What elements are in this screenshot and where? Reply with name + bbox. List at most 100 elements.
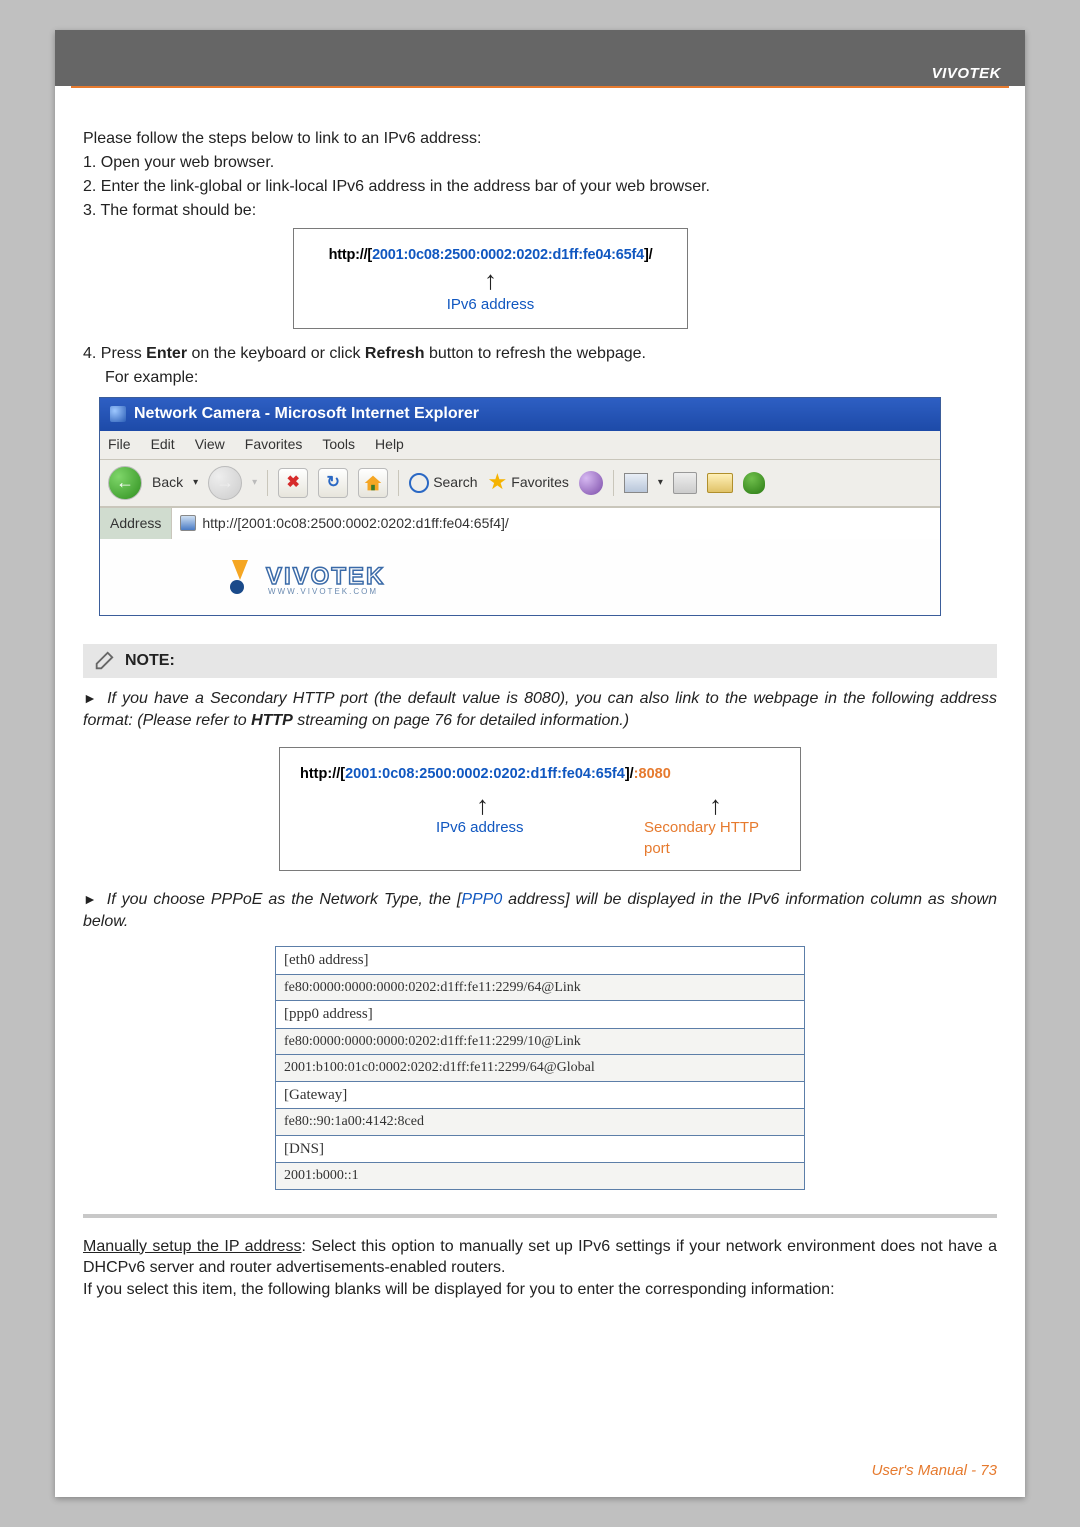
edit-button[interactable] [707, 473, 733, 493]
dns-header: [DNS] [276, 1135, 805, 1163]
manual-setup-block: Manually setup the IP address: Select th… [83, 1236, 997, 1301]
back-dropdown-icon[interactable]: ▾ [193, 476, 198, 490]
ie-client-area: VIVOTEK WWW.VIVOTEK.COM [100, 539, 940, 615]
star-icon: ★ [488, 467, 508, 497]
gateway-value: fe80::90:1a00:4142:8ced [276, 1109, 805, 1135]
home-icon [362, 472, 384, 494]
mail-button[interactable] [624, 473, 648, 493]
url1-prefix: http://[ [329, 247, 373, 263]
toolbar-separator-2 [398, 470, 399, 496]
menu-edit[interactable]: Edit [151, 435, 175, 454]
step-1: 1. Open your web browser. [83, 152, 997, 174]
forward-button[interactable]: → [208, 466, 242, 500]
url2-mid: ]/ [625, 766, 634, 782]
ppp0-header: [ppp0 address] [276, 1001, 805, 1029]
menu-favorites[interactable]: Favorites [245, 435, 303, 454]
home-button[interactable] [358, 468, 388, 498]
eth0-header: [eth0 address] [276, 947, 805, 975]
grey-rule [83, 1214, 997, 1218]
s4c: button to refresh the webpage. [425, 345, 646, 362]
url2-line: http://[2001:0c08:2500:0002:0202:d1ff:fe… [294, 764, 786, 784]
eth0-value: fe80:0000:0000:0000:0202:d1ff:fe11:2299/… [276, 975, 805, 1001]
enter-bold: Enter [146, 345, 187, 362]
s4b: on the keyboard or click [187, 345, 365, 362]
favorites-label: Favorites [511, 473, 569, 492]
note-p2a: If you choose PPPoE as the Network Type,… [107, 891, 462, 908]
mail-dropdown-icon[interactable]: ▾ [658, 476, 663, 490]
brand-text: VIVOTEK [932, 65, 1001, 82]
messenger-button[interactable] [743, 472, 765, 494]
back-label: Back [152, 473, 183, 492]
ie-window: Network Camera - Microsoft Internet Expl… [99, 397, 941, 616]
menu-file[interactable]: File [108, 435, 131, 454]
step-4: 4. Press Enter on the keyboard or click … [83, 343, 997, 365]
note-p1b: streaming on page 76 for detailed inform… [293, 712, 629, 729]
manual-underline: Manually setup the IP address [83, 1238, 302, 1255]
ppp0-value-1: fe80:0000:0000:0000:0202:d1ff:fe11:2299/… [276, 1029, 805, 1055]
ie-title-text: Network Camera - Microsoft Internet Expl… [134, 403, 479, 425]
url2-ipv6: 2001:0c08:2500:0002:0202:d1ff:fe04:65f4 [345, 766, 625, 782]
menu-view[interactable]: View [195, 435, 225, 454]
ie-menubar: File Edit View Favorites Tools Help [100, 431, 940, 459]
menu-help[interactable]: Help [375, 435, 404, 454]
gateway-header: [Gateway] [276, 1081, 805, 1109]
search-label: Search [433, 473, 477, 492]
steps-block: Please follow the steps below to link to… [83, 128, 997, 222]
toolbar-separator [267, 470, 268, 496]
triangle-icon: ► [83, 690, 97, 706]
dns-value: 2001:b000::1 [276, 1163, 805, 1189]
s4a: 4. Press [83, 345, 146, 362]
header-band: VIVOTEK [55, 30, 1025, 86]
note-http-bold: HTTP [251, 712, 293, 729]
url2-arrows: ↑ ↑ IPv6 address Secondary HTTP port [294, 788, 786, 818]
toolbar-separator-3 [613, 470, 614, 496]
note-p1: ► If you have a Secondary HTTP port (the… [83, 688, 997, 731]
note-ppp0: PPP0 [461, 891, 502, 908]
url2-port: :8080 [634, 766, 671, 782]
url1-label-ipv6: IPv6 address [447, 295, 535, 316]
url-format-box-2: http://[2001:0c08:2500:0002:0202:d1ff:fe… [279, 747, 801, 871]
pencil-icon [93, 650, 115, 672]
refresh-bold: Refresh [365, 345, 425, 362]
vivotek-sub: WWW.VIVOTEK.COM [268, 586, 378, 597]
search-button[interactable]: Search [409, 473, 477, 493]
page-footer: User's Manual - 73 [55, 1462, 1025, 1497]
url1-arrow-row: ↑ [308, 267, 673, 293]
page: VIVOTEK Please follow the steps below to… [55, 30, 1025, 1497]
example-line: For example: [105, 367, 997, 389]
note-heading-text: NOTE: [125, 650, 175, 672]
address-value: http://[2001:0c08:2500:0002:0202:d1ff:fe… [202, 514, 508, 533]
footer-text: User's Manual - 73 [872, 1462, 997, 1479]
note-heading-box: NOTE: [83, 644, 997, 678]
print-button[interactable] [673, 472, 697, 494]
url1-line: http://[2001:0c08:2500:0002:0202:d1ff:fe… [308, 245, 673, 265]
ie-app-icon [110, 406, 126, 422]
content: Please follow the steps below to link to… [55, 88, 1025, 1462]
address-field[interactable]: http://[2001:0c08:2500:0002:0202:d1ff:fe… [172, 508, 940, 539]
url2-label-ipv6: IPv6 address [436, 818, 524, 839]
search-icon [409, 473, 429, 493]
ie-titlebar: Network Camera - Microsoft Internet Expl… [100, 398, 940, 431]
refresh-button[interactable]: ↻ [318, 468, 348, 498]
menu-tools[interactable]: Tools [322, 435, 355, 454]
favorites-button[interactable]: ★ Favorites [488, 467, 569, 497]
url1-suffix: ]/ [644, 247, 652, 263]
vivotek-logo: VIVOTEK WWW.VIVOTEK.COM [230, 560, 385, 594]
url1-labels: IPv6 address [308, 295, 673, 316]
forward-dropdown-icon[interactable]: ▾ [252, 476, 257, 490]
step-2: 2. Enter the link-global or link-local I… [83, 176, 997, 198]
note-p2: ► If you choose PPPoE as the Network Typ… [83, 889, 997, 932]
back-button[interactable]: ← [108, 466, 142, 500]
ipv6-info-table: [eth0 address] fe80:0000:0000:0000:0202:… [275, 946, 805, 1189]
ppp0-value-2: 2001:b100:01c0:0002:0202:d1ff:fe11:2299/… [276, 1055, 805, 1081]
vivotek-mark-icon [230, 560, 260, 594]
ie-toolbar: ← Back ▾ → ▾ ✖ ↻ Search ★ Favorites [100, 460, 940, 507]
url-format-box-1: http://[2001:0c08:2500:0002:0202:d1ff:fe… [293, 228, 688, 329]
url2-prefix: http://[ [300, 766, 345, 782]
url1-ipv6: 2001:0c08:2500:0002:0202:d1ff:fe04:65f4 [372, 247, 644, 263]
stop-button[interactable]: ✖ [278, 468, 308, 498]
address-label: Address [100, 508, 172, 539]
media-button[interactable] [579, 471, 603, 495]
page-icon [180, 515, 196, 531]
step-4-block: 4. Press Enter on the keyboard or click … [83, 343, 997, 389]
